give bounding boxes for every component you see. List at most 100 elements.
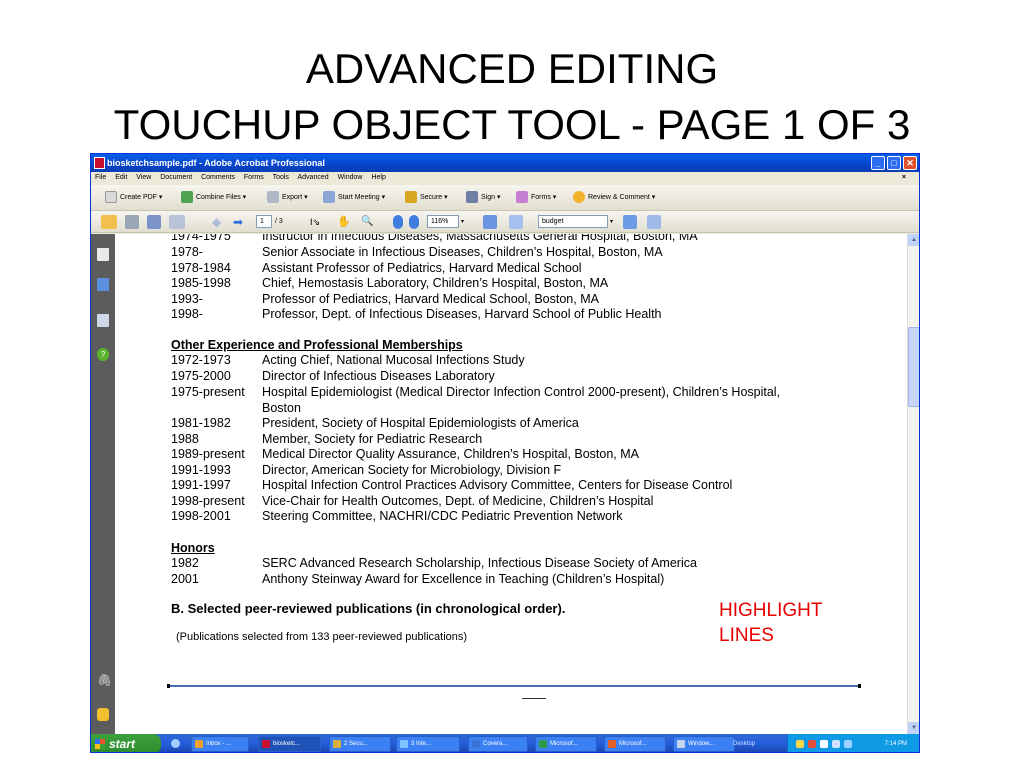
fit-width-icon[interactable]: [509, 215, 523, 229]
secure-button[interactable]: Secure ▾: [405, 191, 448, 205]
create-pdf-button[interactable]: Create PDF ▾: [105, 191, 162, 205]
minimize-icon[interactable]: _: [871, 156, 885, 170]
clock: 7:14 PM: [884, 741, 907, 747]
taskbar-item-covera[interactable]: Covera...: [468, 736, 528, 752]
zoom-in-icon[interactable]: [409, 215, 419, 229]
meeting-icon: [323, 191, 335, 204]
scroll-up-icon[interactable]: ▲: [908, 234, 919, 246]
taskbar-item-inbox[interactable]: Inbox - ...: [191, 736, 249, 752]
window-icon: [677, 740, 685, 748]
menu-file[interactable]: File: [95, 174, 106, 181]
forms-button[interactable]: Forms ▾: [516, 191, 556, 205]
pages-icon[interactable]: [97, 248, 109, 261]
taskbar-item-microsoft-1[interactable]: Microsof...: [535, 736, 597, 752]
start-meeting-button[interactable]: Start Meeting ▾: [323, 191, 385, 205]
zoom-tool-icon[interactable]: 🔍: [361, 215, 375, 229]
sign-button[interactable]: Sign ▾: [466, 191, 500, 205]
email-icon[interactable]: [169, 215, 185, 229]
highlight-annotation-line2: LINES: [719, 625, 774, 646]
vertical-scrollbar[interactable]: ▲ ▼: [907, 234, 919, 734]
search-next-icon[interactable]: [623, 215, 637, 229]
start-button[interactable]: start: [91, 734, 161, 752]
review-comment-button[interactable]: Review & Comment ▾: [573, 191, 655, 205]
selection-handle-left[interactable]: [167, 684, 170, 688]
taskbar-item-microsoft-2[interactable]: Microsof...: [604, 736, 666, 752]
menu-edit[interactable]: Edit: [115, 174, 127, 181]
page-number-input[interactable]: 1: [256, 215, 272, 228]
window-titlebar[interactable]: biosketchsample.pdf - Adobe Acrobat Prof…: [91, 154, 919, 172]
windows-logo-icon: [95, 739, 105, 749]
combine-files-button[interactable]: Combine Files ▾: [181, 191, 246, 205]
next-page-icon[interactable]: ➡: [233, 215, 245, 229]
save-icon[interactable]: [147, 215, 161, 229]
taskbar-item-biosketch[interactable]: biosketc...: [258, 736, 321, 752]
menu-view[interactable]: View: [136, 174, 151, 181]
taskbar-item-window[interactable]: Window...: [673, 736, 735, 752]
document-close-icon[interactable]: ×: [902, 172, 906, 184]
tray-app-icon[interactable]: [796, 740, 804, 748]
close-icon[interactable]: ✕: [903, 156, 917, 170]
previous-page-icon[interactable]: ◆: [212, 215, 222, 229]
pdf-icon: [94, 157, 105, 169]
zoom-dropdown-icon[interactable]: ▾: [461, 215, 469, 229]
document-page: 1974-1975 Instructor in Infectious Disea…: [115, 234, 907, 734]
slide-title-line2: TOUCHUP OBJECT TOOL - PAGE 1 OF 3: [113, 101, 911, 148]
tray-network-icon[interactable]: [820, 740, 828, 748]
zoom-out-icon[interactable]: [393, 215, 403, 229]
scroll-down-icon[interactable]: ▼: [908, 722, 919, 734]
tray-security-icon[interactable]: [808, 740, 816, 748]
ie-icon: [400, 740, 408, 748]
desktop-toolbar-label[interactable]: Desktop: [733, 734, 755, 752]
tray-volume-icon[interactable]: [832, 740, 840, 748]
honors-heading: Honors: [171, 541, 215, 555]
hand-tool-icon[interactable]: ✋: [337, 215, 351, 229]
page-total: / 3: [275, 218, 283, 225]
attachments-icon[interactable]: 🖇: [97, 674, 112, 687]
menu-forms[interactable]: Forms: [244, 174, 264, 181]
export-icon: [267, 191, 279, 204]
selection-handle-right[interactable]: [858, 684, 861, 688]
pen-icon: [466, 191, 478, 204]
help-icon[interactable]: ?: [97, 348, 109, 361]
menu-tools[interactable]: Tools: [273, 174, 289, 181]
system-tray: Desktop 7:14 PM: [733, 734, 919, 752]
search-dropdown-icon[interactable]: ▾: [610, 215, 618, 229]
acrobat-icon: [262, 740, 270, 748]
scroll-thumb[interactable]: [908, 327, 919, 407]
menu-help[interactable]: Help: [371, 174, 385, 181]
highlight-annotation: HIGHLIGHT LINES: [719, 598, 869, 648]
search-options-icon[interactable]: [647, 215, 661, 229]
print-icon[interactable]: [125, 215, 139, 229]
selected-line-object[interactable]: [167, 684, 861, 688]
slide: ADVANCED EDITING TOUCHUP OBJECT TOOL - P…: [0, 0, 1024, 768]
group-icon: [333, 740, 341, 748]
taskbar-item-inte[interactable]: 3 Inte...: [396, 736, 460, 752]
taskbar-item-secu[interactable]: 2 Secu...: [329, 736, 391, 752]
menu-window[interactable]: Window: [338, 174, 363, 181]
browser-quicklaunch-icon[interactable]: [171, 739, 180, 748]
short-rule-line[interactable]: [522, 698, 546, 699]
outlook-icon: [195, 740, 203, 748]
fit-page-icon[interactable]: [483, 215, 497, 229]
menu-document[interactable]: Document: [160, 174, 192, 181]
maximize-icon[interactable]: □: [887, 156, 901, 170]
comments-icon[interactable]: [97, 708, 109, 721]
window-title: biosketchsample.pdf - Adobe Acrobat Prof…: [107, 158, 325, 168]
zoom-level-input[interactable]: 116%: [427, 215, 459, 228]
experience-heading: Other Experience and Professional Member…: [171, 338, 463, 352]
open-folder-icon[interactable]: [101, 215, 117, 229]
bookmarks-icon[interactable]: [97, 278, 109, 291]
menu-comments[interactable]: Comments: [201, 174, 235, 181]
lock-icon: [405, 191, 417, 204]
create-pdf-icon: [105, 191, 117, 204]
export-button[interactable]: Export ▾: [267, 191, 308, 205]
comment-icon: [573, 191, 585, 204]
menu-advanced[interactable]: Advanced: [297, 174, 328, 181]
powerpoint-icon: [608, 740, 616, 748]
signatures-icon[interactable]: [97, 314, 109, 327]
tray-update-icon[interactable]: [844, 740, 852, 748]
combine-files-icon: [181, 191, 193, 204]
file-toolbar: ◆ ➡ 1 / 3 I⇘ ✋ 🔍 116% ▾ budget ▾: [91, 211, 919, 233]
select-tool-icon[interactable]: I⇘: [310, 215, 322, 229]
search-input[interactable]: budget: [538, 215, 608, 228]
